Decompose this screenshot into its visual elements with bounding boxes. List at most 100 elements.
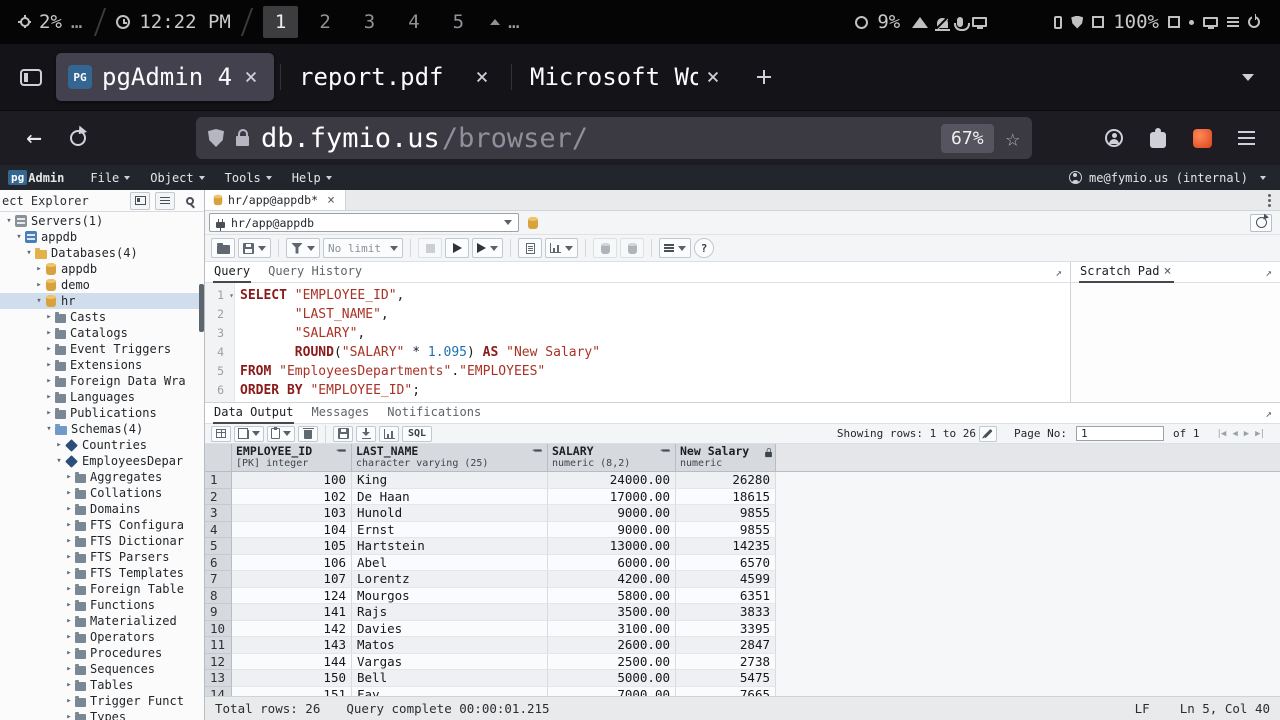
cell-new-salary[interactable]: 5475 xyxy=(676,670,776,687)
tree-item-hr[interactable]: hr xyxy=(0,293,204,309)
cell-salary[interactable]: 4200.00 xyxy=(548,571,676,588)
cell-salary[interactable]: 17000.00 xyxy=(548,489,676,506)
addon-button[interactable] xyxy=(1180,116,1224,160)
close-tab-icon[interactable] xyxy=(471,66,493,88)
cell-employee-id[interactable]: 151 xyxy=(232,687,352,697)
cell-new-salary[interactable]: 18615 xyxy=(676,489,776,506)
url-bar[interactable]: db.fymio.us /browser/ 67% xyxy=(196,117,1032,159)
row-number-cell[interactable]: 2 xyxy=(205,489,232,506)
menu-button[interactable] xyxy=(1224,116,1268,160)
cell-salary[interactable]: 7000.00 xyxy=(548,687,676,697)
tree-menu-button[interactable] xyxy=(155,192,175,210)
cell-last-name[interactable]: Davies xyxy=(352,621,548,638)
workspace-up-icon[interactable] xyxy=(490,19,500,25)
workspace-5[interactable]: 5 xyxy=(441,6,476,38)
copy-button[interactable] xyxy=(234,426,264,442)
tracking-protection-icon[interactable] xyxy=(208,129,224,147)
tab-data-output[interactable]: Data Output xyxy=(213,403,294,424)
cell-last-name[interactable]: King xyxy=(352,472,548,489)
tree-item-servers-1[interactable]: Servers(1) xyxy=(0,213,204,229)
tree-item-materialized[interactable]: Materialized xyxy=(0,613,204,629)
tree-item-event-triggers[interactable]: Event Triggers xyxy=(0,341,204,357)
row-number-cell[interactable]: 5 xyxy=(205,538,232,555)
tree-item-foreign-data-wra[interactable]: Foreign Data Wra xyxy=(0,373,204,389)
panel-button[interactable] xyxy=(130,192,150,210)
tree-item-languages[interactable]: Languages xyxy=(0,389,204,405)
tree-chevron-icon[interactable] xyxy=(63,629,75,645)
tree-item-casts[interactable]: Casts xyxy=(0,309,204,325)
open-file-button[interactable] xyxy=(211,238,235,258)
tree-item-collations[interactable]: Collations xyxy=(0,485,204,501)
close-scratch-pad-icon[interactable] xyxy=(1161,265,1173,277)
workspace-4[interactable]: 4 xyxy=(396,6,431,38)
chevron-down-icon[interactable] xyxy=(258,246,266,251)
tree-chevron-icon[interactable] xyxy=(63,501,75,517)
firefox-view-button[interactable] xyxy=(10,54,52,100)
add-row-button[interactable] xyxy=(211,426,231,442)
refresh-layout-button[interactable] xyxy=(1250,214,1272,232)
close-tab-icon[interactable] xyxy=(240,66,262,88)
chevron-down-icon[interactable] xyxy=(307,246,315,251)
tree-chevron-icon[interactable] xyxy=(43,373,55,389)
sql-editor[interactable]: 123456 SELECT "EMPLOYEE_ID", "LAST_NAME"… xyxy=(205,283,1070,402)
account-button[interactable] xyxy=(1092,116,1136,160)
expand-icon[interactable] xyxy=(1265,407,1272,420)
table-row-2[interactable]: 2102De Haan17000.0018615 xyxy=(205,489,1280,506)
cell-new-salary[interactable]: 7665 xyxy=(676,687,776,697)
tree-item-countries[interactable]: Countries xyxy=(0,437,204,453)
tree-item-types[interactable]: Types xyxy=(0,709,204,720)
cell-salary[interactable]: 3100.00 xyxy=(548,621,676,638)
table-row-13[interactable]: 13150Bell5000.005475 xyxy=(205,670,1280,687)
cell-employee-id[interactable]: 100 xyxy=(232,472,352,489)
tree-chevron-icon[interactable] xyxy=(63,677,75,693)
filter-button[interactable] xyxy=(286,238,320,258)
cell-last-name[interactable]: De Haan xyxy=(352,489,548,506)
select-all-cell[interactable] xyxy=(205,444,232,472)
cell-new-salary[interactable]: 2847 xyxy=(676,637,776,654)
workspace-more[interactable]: … xyxy=(508,11,521,33)
cell-last-name[interactable]: Fay xyxy=(352,687,548,697)
tree-chevron-icon[interactable] xyxy=(43,421,55,437)
panel-options-button[interactable] xyxy=(1258,190,1280,210)
last-page-button[interactable] xyxy=(1255,429,1264,439)
connection-select[interactable]: hr/app@appdb xyxy=(209,213,519,232)
tree-chevron-icon[interactable] xyxy=(63,485,75,501)
tree-chevron-icon[interactable] xyxy=(63,517,75,533)
column-header-new-salary[interactable]: New Salarynumeric xyxy=(676,444,776,472)
close-tab-icon[interactable] xyxy=(702,66,724,88)
column-header-employee-id[interactable]: EMPLOYEE_ID[PK] integer xyxy=(232,444,352,472)
tree-item-operators[interactable]: Operators xyxy=(0,629,204,645)
row-number-cell[interactable]: 13 xyxy=(205,670,232,687)
tree-item-domains[interactable]: Domains xyxy=(0,501,204,517)
cell-salary[interactable]: 13000.00 xyxy=(548,538,676,555)
row-number-cell[interactable]: 1 xyxy=(205,472,232,489)
tree-chevron-icon[interactable] xyxy=(63,645,75,661)
cancel-query-button[interactable] xyxy=(418,238,442,258)
macros-button[interactable] xyxy=(659,238,691,258)
tree-chevron-icon[interactable] xyxy=(63,709,75,720)
tree-chevron-icon[interactable] xyxy=(23,245,35,261)
tree-item-procedures[interactable]: Procedures xyxy=(0,645,204,661)
table-row-3[interactable]: 3103Hunold9000.009855 xyxy=(205,505,1280,522)
tab-query-history[interactable]: Query History xyxy=(267,262,363,283)
cell-last-name[interactable]: Hunold xyxy=(352,505,548,522)
network-indicator[interactable] xyxy=(906,16,993,28)
back-button[interactable] xyxy=(12,116,56,160)
cell-employee-id[interactable]: 150 xyxy=(232,670,352,687)
menu-help[interactable]: Help xyxy=(284,168,340,188)
column-header-salary[interactable]: SALARYnumeric (8,2) xyxy=(548,444,676,472)
tree-chevron-icon[interactable] xyxy=(63,597,75,613)
cell-last-name[interactable]: Abel xyxy=(352,555,548,572)
tree-item-fts-dictionar[interactable]: FTS Dictionar xyxy=(0,533,204,549)
tree-chevron-icon[interactable] xyxy=(33,293,45,309)
tree-item-schemas-4[interactable]: Schemas(4) xyxy=(0,421,204,437)
chevron-down-icon[interactable] xyxy=(283,431,291,436)
cell-salary[interactable]: 2600.00 xyxy=(548,637,676,654)
cell-employee-id[interactable]: 107 xyxy=(232,571,352,588)
tree-item-demo[interactable]: demo xyxy=(0,277,204,293)
row-number-cell[interactable]: 4 xyxy=(205,522,232,539)
tree-chevron-icon[interactable] xyxy=(63,549,75,565)
cell-new-salary[interactable]: 9855 xyxy=(676,522,776,539)
table-row-9[interactable]: 9141Rajs3500.003833 xyxy=(205,604,1280,621)
tree-chevron-icon[interactable] xyxy=(63,533,75,549)
